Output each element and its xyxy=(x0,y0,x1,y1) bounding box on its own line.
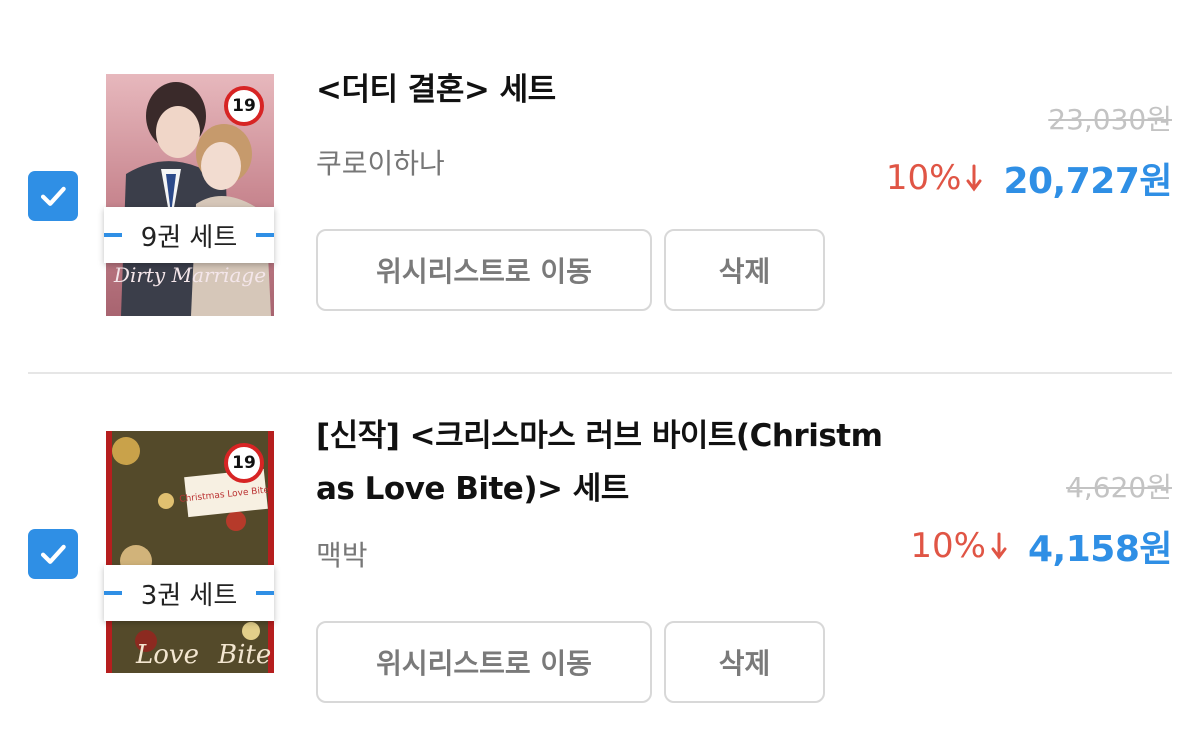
arrow-down-icon xyxy=(991,532,1007,560)
delete-button[interactable]: 삭제 xyxy=(664,621,825,703)
set-count-label: 9권 세트 xyxy=(140,222,238,253)
product-title-line: as Love Bite)> 세트 xyxy=(316,471,629,507)
original-price: 23,030원 xyxy=(1048,103,1172,136)
book-cover[interactable]: Dirty Marriage 19 xyxy=(106,74,274,316)
cart-item: Dirty Marriage 19 9권 세트 <더티 결혼> 세트 쿠로이하나… xyxy=(0,0,1200,372)
product-title-line: [신작] <크리스마스 러브 바이트(Christm xyxy=(316,418,883,454)
set-count-label: 3권 세트 xyxy=(140,580,238,611)
book-cover[interactable]: Christmas Love Bite Love Bite 19 xyxy=(106,431,274,673)
price-row: 10% 4,158원 xyxy=(910,520,1172,572)
age-rating-badge: 19 xyxy=(224,443,264,483)
original-price: 4,620원 xyxy=(1066,471,1172,504)
svg-text:Love: Love xyxy=(135,640,199,670)
checkmark-icon xyxy=(40,186,66,206)
author-name[interactable]: 맥박 xyxy=(316,534,368,574)
cart-item: Christmas Love Bite Love Bite 19 3권 세트 [… xyxy=(0,374,1200,747)
select-checkbox[interactable] xyxy=(28,529,78,579)
delete-button[interactable]: 삭제 xyxy=(664,229,825,311)
checkmark-icon xyxy=(40,544,66,564)
arrow-down-icon xyxy=(966,164,982,192)
sale-price: 4,158원 xyxy=(1028,529,1173,570)
price-row: 10% 20,727원 xyxy=(885,152,1173,204)
move-to-wishlist-button[interactable]: 위시리스트로 이동 xyxy=(316,229,652,311)
author-name[interactable]: 쿠로이하나 xyxy=(316,142,445,182)
set-count-tag: 9권 세트 xyxy=(104,207,274,263)
set-count-tag: 3권 세트 xyxy=(104,565,274,621)
discount-rate: 10% xyxy=(885,158,962,198)
age-rating-badge: 19 xyxy=(224,86,264,126)
discount-rate: 10% xyxy=(910,526,986,566)
product-title[interactable]: [신작] <크리스마스 러브 바이트(Christm as Love Bite)… xyxy=(316,410,906,516)
svg-text:Bite: Bite xyxy=(217,640,271,670)
move-to-wishlist-button[interactable]: 위시리스트로 이동 xyxy=(316,621,652,703)
select-checkbox[interactable] xyxy=(28,171,78,221)
product-title[interactable]: <더티 결혼> 세트 xyxy=(316,64,906,117)
svg-text:Dirty Marriage: Dirty Marriage xyxy=(113,263,266,287)
sale-price: 20,727원 xyxy=(1003,161,1172,202)
product-title-text: <더티 결혼> 세트 xyxy=(316,72,556,108)
